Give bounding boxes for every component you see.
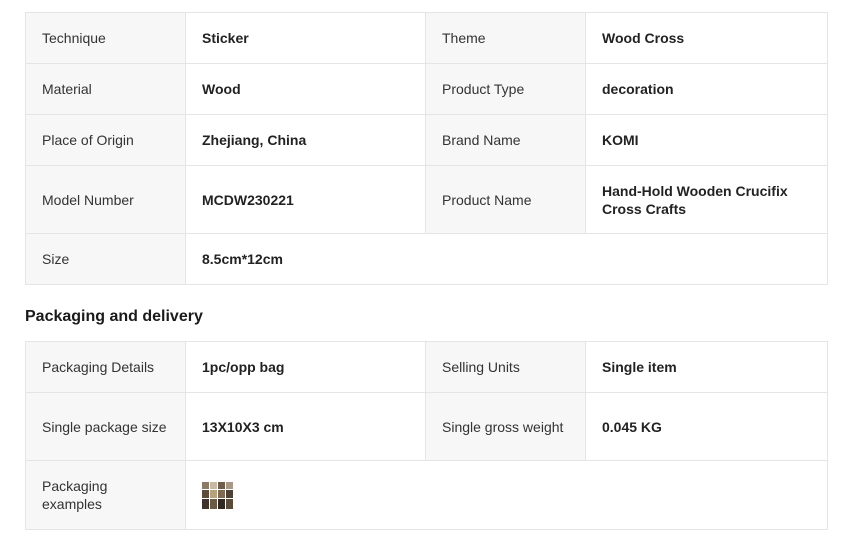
- attribute-value: Wood: [185, 63, 426, 115]
- attribute-key: Single package size: [25, 392, 186, 461]
- packaging-example-thumbnail[interactable]: [202, 481, 233, 509]
- product-attributes-table: Technique Sticker Theme Wood Cross Mater…: [25, 12, 828, 285]
- attribute-key: Packaging examples: [25, 460, 186, 530]
- attribute-value: 8.5cm*12cm: [185, 233, 828, 285]
- attribute-row: Size 8.5cm*12cm: [25, 233, 828, 285]
- attribute-key: Brand Name: [425, 114, 586, 166]
- attribute-row: Packaging examples: [25, 460, 828, 530]
- attribute-key: Theme: [425, 12, 586, 64]
- attribute-row: Place of Origin Zhejiang, China Brand Na…: [25, 114, 828, 166]
- attribute-value: Hand-Hold Wooden Crucifix Cross Crafts: [585, 165, 828, 234]
- attribute-value: Zhejiang, China: [185, 114, 426, 166]
- packaging-attributes-table: Packaging Details 1pc/opp bag Selling Un…: [25, 341, 828, 530]
- attribute-key: Product Type: [425, 63, 586, 115]
- attribute-key: Single gross weight: [425, 392, 586, 461]
- attribute-value: Single item: [585, 341, 828, 393]
- attribute-row: Single package size 13X10X3 cm Single gr…: [25, 392, 828, 461]
- attribute-row: Material Wood Product Type decoration: [25, 63, 828, 115]
- attribute-key: Selling Units: [425, 341, 586, 393]
- attribute-value: MCDW230221: [185, 165, 426, 234]
- attribute-value: Sticker: [185, 12, 426, 64]
- attribute-value: decoration: [585, 63, 828, 115]
- attribute-key: Technique: [25, 12, 186, 64]
- attribute-key: Place of Origin: [25, 114, 186, 166]
- attribute-value: Wood Cross: [585, 12, 828, 64]
- attribute-key: Product Name: [425, 165, 586, 234]
- attribute-value: 0.045 KG: [585, 392, 828, 461]
- attribute-value: [185, 460, 828, 530]
- attribute-row: Model Number MCDW230221 Product Name Han…: [25, 165, 828, 234]
- attribute-value: KOMI: [585, 114, 828, 166]
- packaging-section-heading: Packaging and delivery: [25, 308, 203, 325]
- attribute-key: Packaging Details: [25, 341, 186, 393]
- attribute-key: Size: [25, 233, 186, 285]
- attribute-key: Material: [25, 63, 186, 115]
- attribute-value: 13X10X3 cm: [185, 392, 426, 461]
- attribute-row: Technique Sticker Theme Wood Cross: [25, 12, 828, 64]
- attribute-value: 1pc/opp bag: [185, 341, 426, 393]
- attribute-row: Packaging Details 1pc/opp bag Selling Un…: [25, 341, 828, 393]
- attribute-key: Model Number: [25, 165, 186, 234]
